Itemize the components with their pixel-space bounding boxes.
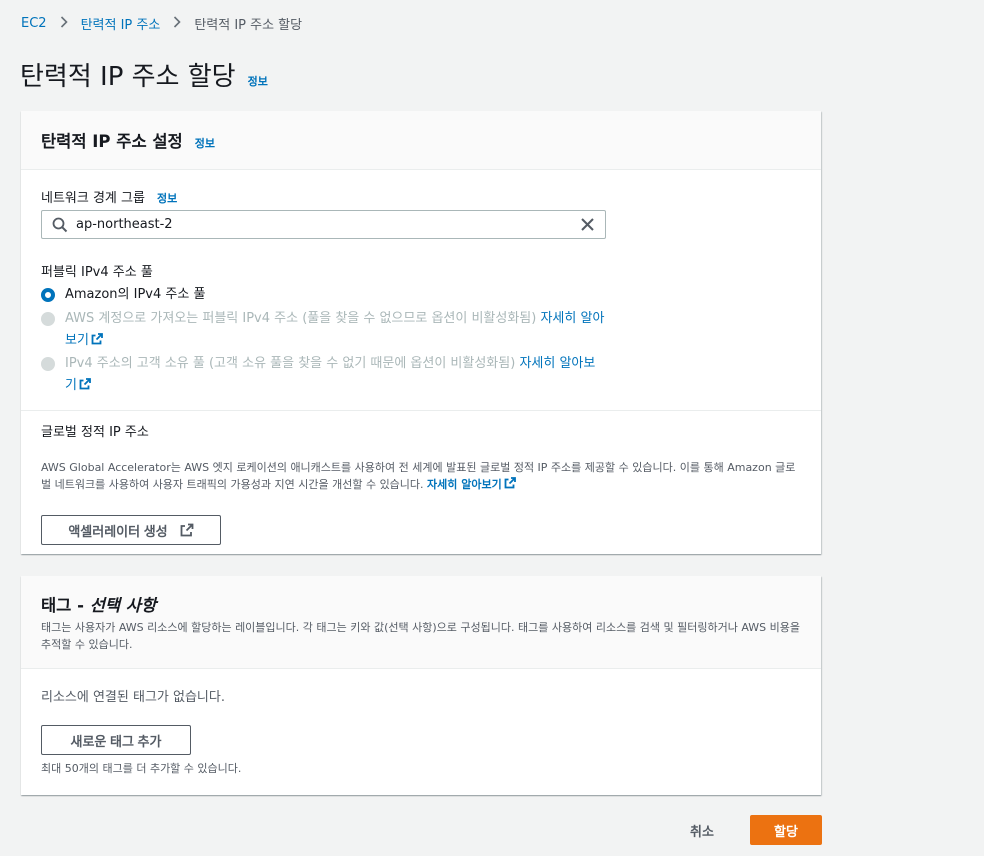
tags-panel: 태그 - 선택 사항 태그는 사용자가 AWS 리소스에 할당하는 레이블입니다…	[21, 576, 821, 795]
global-learn-more-text[interactable]: 자세히 알아보기	[427, 478, 502, 491]
no-tags-message: 리소스에 연결된 태그가 없습니다.	[41, 690, 225, 705]
radio-amazon-pool-label: Amazon의 IPv4 주소 풀	[65, 287, 206, 302]
external-link-icon	[180, 523, 194, 537]
radio-byoip-label: AWS 계정으로 가져오는 퍼블릭 IPv4 주소 (풀을 찾을 수 없으므로 …	[65, 308, 605, 352]
external-link-icon	[504, 477, 516, 489]
network-border-group-search[interactable]: ap-northeast-2	[41, 210, 606, 239]
radio-customer-owned-pool: IPv4 주소의 고객 소유 풀 (고객 소유 풀을 찾을 수 없기 때문에 옵…	[41, 353, 605, 397]
elastic-ip-settings-panel: 탄력적 IP 주소 설정 정보 네트워크 경계 그룹 정보 ap-northea…	[21, 111, 821, 554]
page-title-text: 탄력적 IP 주소 할당	[20, 62, 236, 92]
chevron-right-icon	[60, 15, 68, 32]
network-border-group-info-link[interactable]: 정보	[157, 190, 177, 206]
ipv4-pool-label: 퍼블릭 IPv4 주소 풀	[41, 265, 153, 280]
tag-limit-hint: 최대 50개의 태그를 더 추가할 수 있습니다.	[41, 762, 242, 775]
create-accelerator-button[interactable]: 액셀러레이터 생성	[41, 515, 221, 545]
clear-icon[interactable]	[580, 217, 595, 232]
page-title: 탄력적 IP 주소 할당 정보	[20, 56, 268, 93]
allocate-button[interactable]: 할당	[750, 815, 822, 845]
global-learn-more-link[interactable]: 자세히 알아보기	[427, 477, 516, 491]
add-new-tag-button[interactable]: 새로운 태그 추가	[41, 725, 191, 755]
create-accelerator-label: 액셀러레이터 생성	[68, 523, 168, 539]
cancel-button[interactable]: 취소	[690, 821, 714, 840]
search-icon	[52, 217, 68, 233]
radio-customer-owned-label: IPv4 주소의 고객 소유 풀 (고객 소유 풀을 찾을 수 없기 때문에 옵…	[65, 353, 605, 397]
tags-title-prefix: 태그 -	[41, 596, 90, 615]
radio-amazon-pool[interactable]: Amazon의 IPv4 주소 풀	[41, 284, 605, 306]
radio-byoip-pool: AWS 계정으로 가져오는 퍼블릭 IPv4 주소 (풀을 찾을 수 없으므로 …	[41, 308, 605, 352]
network-border-group-label-text: 네트워크 경계 그룹	[41, 191, 145, 206]
global-static-ip-label: 글로벌 정적 IP 주소	[41, 425, 149, 440]
breadcrumb-elastic-ip[interactable]: 탄력적 IP 주소	[81, 14, 161, 33]
tags-panel-title: 태그 - 선택 사항	[41, 592, 801, 616]
section-divider	[21, 410, 821, 411]
tags-title-optional: 선택 사항	[89, 596, 157, 615]
settings-panel-header: 탄력적 IP 주소 설정 정보	[21, 111, 821, 170]
settings-info-link[interactable]: 정보	[195, 135, 215, 151]
global-accelerator-description: AWS Global Accelerator는 AWS 엣지 로케이션의 애니캐…	[41, 459, 803, 493]
breadcrumb-ec2[interactable]: EC2	[21, 16, 47, 31]
breadcrumb: EC2 탄력적 IP 주소 탄력적 IP 주소 할당	[21, 14, 302, 33]
radio-customer-owned-text: IPv4 주소의 고객 소유 풀 (고객 소유 풀을 찾을 수 없기 때문에 옵…	[65, 356, 516, 371]
network-border-group-value[interactable]: ap-northeast-2	[76, 217, 173, 232]
tags-description: 태그는 사용자가 AWS 리소스에 할당하는 레이블입니다. 각 태그는 키와 …	[41, 621, 801, 651]
radio-button-disabled	[41, 312, 55, 326]
tags-panel-header: 태그 - 선택 사항 태그는 사용자가 AWS 리소스에 할당하는 레이블입니다…	[21, 576, 821, 669]
chevron-right-icon	[173, 15, 181, 32]
external-link-icon	[91, 333, 103, 345]
external-link-icon	[79, 378, 91, 390]
settings-panel-title: 탄력적 IP 주소 설정 정보	[41, 128, 215, 152]
settings-title-text: 탄력적 IP 주소 설정	[41, 132, 183, 151]
page-info-link[interactable]: 정보	[248, 73, 268, 89]
breadcrumb-current: 탄력적 IP 주소 할당	[194, 18, 303, 33]
global-accelerator-description-text: AWS Global Accelerator는 AWS 엣지 로케이션의 애니캐…	[41, 461, 796, 491]
radio-byoip-text: AWS 계정으로 가져오는 퍼블릭 IPv4 주소 (풀을 찾을 수 없으므로 …	[65, 311, 537, 326]
radio-button-selected[interactable]	[41, 288, 55, 302]
network-border-group-label: 네트워크 경계 그룹 정보	[41, 187, 177, 206]
radio-button-disabled	[41, 357, 55, 371]
